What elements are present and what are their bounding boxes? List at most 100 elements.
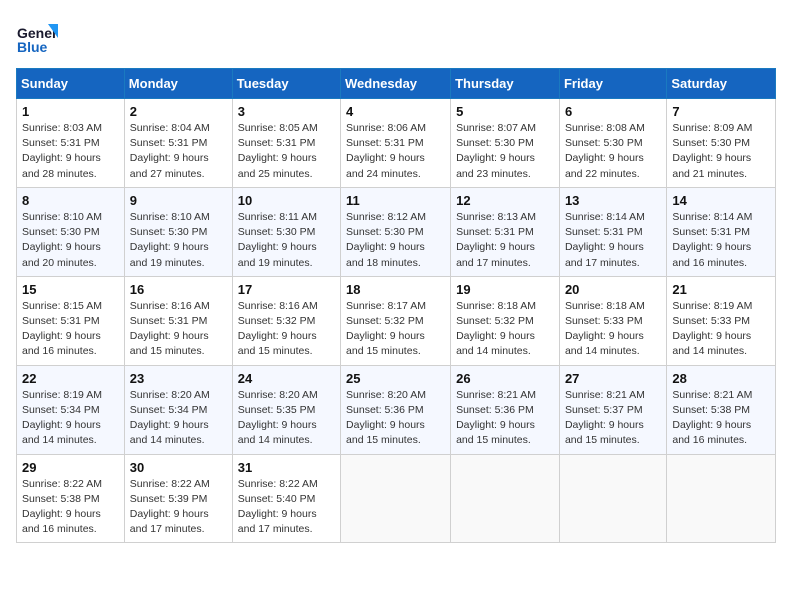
logo-icon: General Blue [16,16,58,58]
day-info: Sunrise: 8:12 AMSunset: 5:30 PMDaylight:… [346,211,426,269]
day-info: Sunrise: 8:21 AMSunset: 5:36 PMDaylight:… [456,389,536,447]
calendar-cell: 28 Sunrise: 8:21 AMSunset: 5:38 PMDaylig… [667,365,776,454]
weekday-header-wednesday: Wednesday [341,69,451,99]
day-number: 5 [456,104,554,119]
calendar-cell: 24 Sunrise: 8:20 AMSunset: 5:35 PMDaylig… [232,365,340,454]
day-info: Sunrise: 8:22 AMSunset: 5:39 PMDaylight:… [130,478,210,536]
calendar-cell [667,454,776,543]
calendar-cell: 4 Sunrise: 8:06 AMSunset: 5:31 PMDayligh… [341,99,451,188]
day-number: 14 [672,193,770,208]
day-info: Sunrise: 8:07 AMSunset: 5:30 PMDaylight:… [456,122,536,180]
weekday-header-tuesday: Tuesday [232,69,340,99]
calendar-week-4: 22 Sunrise: 8:19 AMSunset: 5:34 PMDaylig… [17,365,776,454]
day-info: Sunrise: 8:10 AMSunset: 5:30 PMDaylight:… [22,211,102,269]
day-info: Sunrise: 8:20 AMSunset: 5:36 PMDaylight:… [346,389,426,447]
calendar-table: SundayMondayTuesdayWednesdayThursdayFrid… [16,68,776,543]
calendar-cell: 15 Sunrise: 8:15 AMSunset: 5:31 PMDaylig… [17,276,125,365]
calendar-cell: 10 Sunrise: 8:11 AMSunset: 5:30 PMDaylig… [232,187,340,276]
day-info: Sunrise: 8:17 AMSunset: 5:32 PMDaylight:… [346,300,426,358]
day-info: Sunrise: 8:09 AMSunset: 5:30 PMDaylight:… [672,122,752,180]
calendar-cell: 2 Sunrise: 8:04 AMSunset: 5:31 PMDayligh… [124,99,232,188]
calendar-cell: 22 Sunrise: 8:19 AMSunset: 5:34 PMDaylig… [17,365,125,454]
day-info: Sunrise: 8:20 AMSunset: 5:35 PMDaylight:… [238,389,318,447]
day-number: 10 [238,193,335,208]
calendar-cell: 23 Sunrise: 8:20 AMSunset: 5:34 PMDaylig… [124,365,232,454]
day-info: Sunrise: 8:22 AMSunset: 5:40 PMDaylight:… [238,478,318,536]
calendar-week-5: 29 Sunrise: 8:22 AMSunset: 5:38 PMDaylig… [17,454,776,543]
day-info: Sunrise: 8:21 AMSunset: 5:37 PMDaylight:… [565,389,645,447]
calendar-cell: 18 Sunrise: 8:17 AMSunset: 5:32 PMDaylig… [341,276,451,365]
calendar-cell: 13 Sunrise: 8:14 AMSunset: 5:31 PMDaylig… [559,187,666,276]
calendar-week-3: 15 Sunrise: 8:15 AMSunset: 5:31 PMDaylig… [17,276,776,365]
day-info: Sunrise: 8:16 AMSunset: 5:32 PMDaylight:… [238,300,318,358]
day-number: 17 [238,282,335,297]
day-info: Sunrise: 8:21 AMSunset: 5:38 PMDaylight:… [672,389,752,447]
weekday-header-thursday: Thursday [451,69,560,99]
calendar-cell: 21 Sunrise: 8:19 AMSunset: 5:33 PMDaylig… [667,276,776,365]
logo: General Blue [16,16,58,58]
calendar-cell: 27 Sunrise: 8:21 AMSunset: 5:37 PMDaylig… [559,365,666,454]
calendar-cell: 25 Sunrise: 8:20 AMSunset: 5:36 PMDaylig… [341,365,451,454]
day-info: Sunrise: 8:18 AMSunset: 5:32 PMDaylight:… [456,300,536,358]
calendar-cell: 6 Sunrise: 8:08 AMSunset: 5:30 PMDayligh… [559,99,666,188]
calendar-cell: 20 Sunrise: 8:18 AMSunset: 5:33 PMDaylig… [559,276,666,365]
day-info: Sunrise: 8:19 AMSunset: 5:33 PMDaylight:… [672,300,752,358]
calendar-cell: 12 Sunrise: 8:13 AMSunset: 5:31 PMDaylig… [451,187,560,276]
day-info: Sunrise: 8:19 AMSunset: 5:34 PMDaylight:… [22,389,102,447]
day-number: 6 [565,104,661,119]
day-info: Sunrise: 8:22 AMSunset: 5:38 PMDaylight:… [22,478,102,536]
day-number: 19 [456,282,554,297]
calendar-cell: 31 Sunrise: 8:22 AMSunset: 5:40 PMDaylig… [232,454,340,543]
day-number: 22 [22,371,119,386]
calendar-cell [451,454,560,543]
day-number: 20 [565,282,661,297]
day-number: 1 [22,104,119,119]
calendar-cell: 3 Sunrise: 8:05 AMSunset: 5:31 PMDayligh… [232,99,340,188]
weekday-header-friday: Friday [559,69,666,99]
page-header: General Blue [16,16,776,58]
calendar-cell [559,454,666,543]
day-info: Sunrise: 8:05 AMSunset: 5:31 PMDaylight:… [238,122,318,180]
day-number: 12 [456,193,554,208]
day-number: 23 [130,371,227,386]
day-number: 31 [238,460,335,475]
calendar-cell: 16 Sunrise: 8:16 AMSunset: 5:31 PMDaylig… [124,276,232,365]
calendar-cell: 7 Sunrise: 8:09 AMSunset: 5:30 PMDayligh… [667,99,776,188]
svg-text:Blue: Blue [17,39,48,55]
day-info: Sunrise: 8:18 AMSunset: 5:33 PMDaylight:… [565,300,645,358]
calendar-cell: 17 Sunrise: 8:16 AMSunset: 5:32 PMDaylig… [232,276,340,365]
calendar-cell: 5 Sunrise: 8:07 AMSunset: 5:30 PMDayligh… [451,99,560,188]
calendar-cell: 29 Sunrise: 8:22 AMSunset: 5:38 PMDaylig… [17,454,125,543]
day-info: Sunrise: 8:14 AMSunset: 5:31 PMDaylight:… [672,211,752,269]
day-number: 26 [456,371,554,386]
calendar-cell: 19 Sunrise: 8:18 AMSunset: 5:32 PMDaylig… [451,276,560,365]
calendar-cell: 14 Sunrise: 8:14 AMSunset: 5:31 PMDaylig… [667,187,776,276]
day-number: 25 [346,371,445,386]
calendar-cell [341,454,451,543]
day-number: 15 [22,282,119,297]
day-number: 27 [565,371,661,386]
day-number: 4 [346,104,445,119]
calendar-cell: 11 Sunrise: 8:12 AMSunset: 5:30 PMDaylig… [341,187,451,276]
calendar-week-2: 8 Sunrise: 8:10 AMSunset: 5:30 PMDayligh… [17,187,776,276]
day-number: 13 [565,193,661,208]
day-number: 16 [130,282,227,297]
weekday-header-monday: Monday [124,69,232,99]
day-number: 11 [346,193,445,208]
day-number: 18 [346,282,445,297]
day-number: 2 [130,104,227,119]
day-number: 30 [130,460,227,475]
day-info: Sunrise: 8:03 AMSunset: 5:31 PMDaylight:… [22,122,102,180]
day-info: Sunrise: 8:10 AMSunset: 5:30 PMDaylight:… [130,211,210,269]
weekday-header-saturday: Saturday [667,69,776,99]
day-info: Sunrise: 8:06 AMSunset: 5:31 PMDaylight:… [346,122,426,180]
day-number: 8 [22,193,119,208]
day-info: Sunrise: 8:11 AMSunset: 5:30 PMDaylight:… [238,211,317,269]
day-number: 7 [672,104,770,119]
day-number: 21 [672,282,770,297]
day-info: Sunrise: 8:04 AMSunset: 5:31 PMDaylight:… [130,122,210,180]
calendar-week-1: 1 Sunrise: 8:03 AMSunset: 5:31 PMDayligh… [17,99,776,188]
day-info: Sunrise: 8:08 AMSunset: 5:30 PMDaylight:… [565,122,645,180]
weekday-header-sunday: Sunday [17,69,125,99]
calendar-cell: 9 Sunrise: 8:10 AMSunset: 5:30 PMDayligh… [124,187,232,276]
